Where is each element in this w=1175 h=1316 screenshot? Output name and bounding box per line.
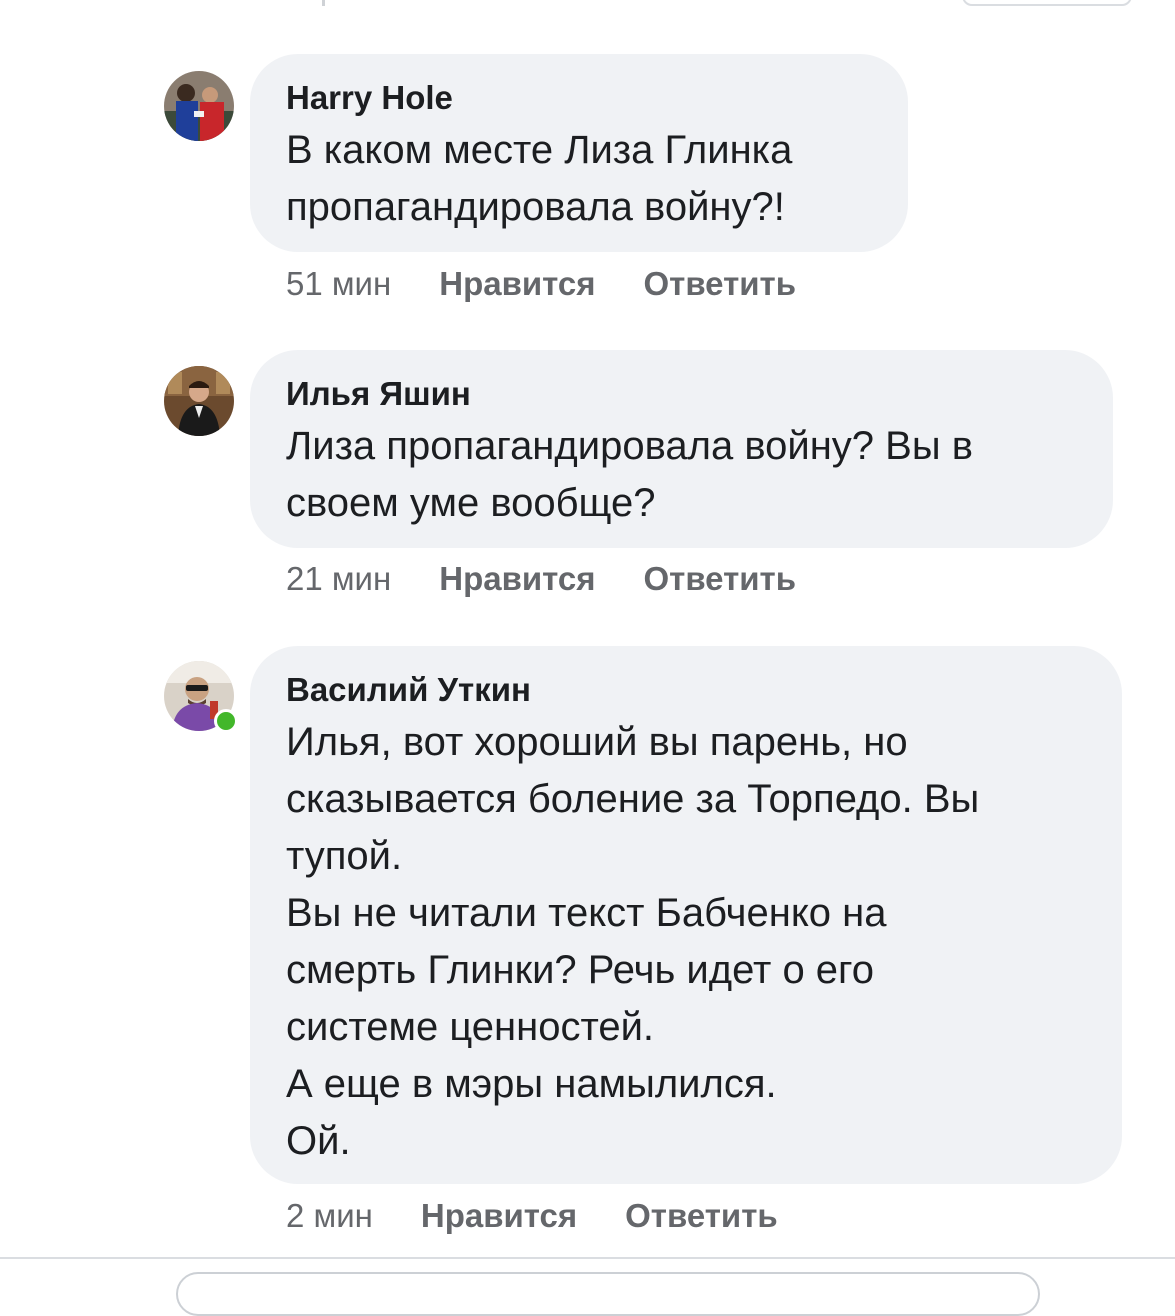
avatar-harry-hole-icon (164, 71, 234, 141)
author-name[interactable]: Harry Hole (286, 78, 872, 118)
author-name[interactable]: Василий Уткин (286, 670, 1086, 710)
online-status-icon (214, 709, 238, 733)
previous-reaction-fragment (962, 0, 1132, 6)
reply-button[interactable]: Ответить (644, 560, 797, 597)
comment-actions: 2 мин Нравится Ответить (286, 1196, 778, 1236)
comment-bubble: Илья Яшин Лиза пропагандировала войну? В… (250, 350, 1113, 548)
author-name[interactable]: Илья Яшин (286, 374, 1077, 414)
timestamp[interactable]: 21 мин (286, 560, 391, 597)
avatar[interactable] (164, 661, 238, 733)
like-button[interactable]: Нравится (439, 560, 595, 597)
comment-actions: 21 мин Нравится Ответить (286, 559, 796, 599)
timestamp[interactable]: 51 мин (286, 265, 391, 302)
avatar[interactable] (164, 71, 234, 141)
comment-actions: 51 мин Нравится Ответить (286, 264, 796, 304)
comment-text: В каком месте Лиза Глинка пропагандирова… (286, 128, 793, 229)
comment-bubble: Василий Уткин Илья, вот хороший вы парен… (250, 646, 1122, 1184)
timestamp[interactable]: 2 мин (286, 1197, 373, 1234)
comment-bubble: Harry Hole В каком месте Лиза Глинка про… (250, 54, 908, 252)
like-button[interactable]: Нравится (439, 265, 595, 302)
comment-text: Лиза пропагандировала войну? Вы в своем … (286, 424, 973, 525)
comment-text: Илья, вот хороший вы парень, но сказывае… (286, 720, 980, 1163)
like-button[interactable]: Нравится (421, 1197, 577, 1234)
comment-input[interactable] (176, 1272, 1040, 1316)
previous-comment-fragment (322, 0, 325, 6)
reply-button[interactable]: Ответить (644, 265, 797, 302)
avatar[interactable] (164, 366, 234, 436)
divider (0, 1257, 1175, 1259)
reply-button[interactable]: Ответить (625, 1197, 778, 1234)
avatar-ilya-yashin-icon (164, 366, 234, 436)
